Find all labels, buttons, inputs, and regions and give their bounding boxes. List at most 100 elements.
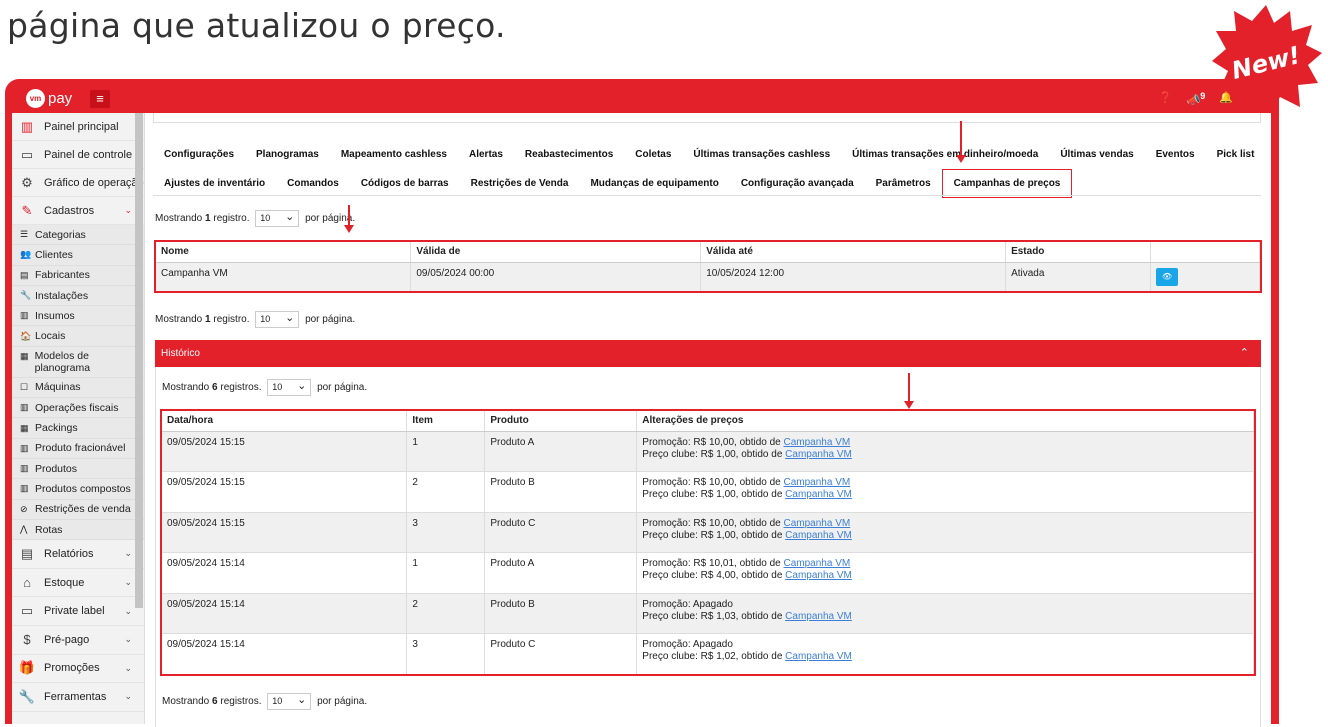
sidebar-item[interactable]: $ Pré-pago ⌄ <box>12 626 144 655</box>
sidebar-item[interactable]: 🔧 Ferramentas ⌄ <box>12 683 144 712</box>
subitem-icon: 🏠 <box>20 330 32 341</box>
subitem-label: Máquinas <box>35 381 81 394</box>
sidebar-subitem[interactable]: 🏠 Locais <box>12 326 144 347</box>
subitem-icon: ▤ <box>20 269 29 280</box>
sidebar-subitem[interactable]: ▦ Packings <box>12 418 144 439</box>
report-icon: ▤ <box>20 545 34 561</box>
tab[interactable]: Restrições de Venda <box>460 178 580 189</box>
chevron-down-icon: ⌄ <box>124 691 132 702</box>
page-size-select[interactable]: 10 <box>255 210 300 227</box>
menu-toggle-button[interactable]: ≡ <box>90 90 110 108</box>
chevron-down-icon: ⌄ <box>124 605 132 616</box>
app-logo[interactable]: vm pay <box>26 89 72 108</box>
subitem-icon: ▥ <box>20 483 29 494</box>
tab[interactable]: Parâmetros <box>865 178 942 189</box>
sidebar-subitem[interactable]: 👥 Clientes <box>12 245 144 266</box>
sidebar: ▥ Painel principal ▭ Painel de controle ⚙ G… <box>12 113 145 724</box>
chevron-down-icon: ⌄ <box>124 577 132 588</box>
tab[interactable]: Ajustes de inventário <box>153 178 276 189</box>
megaphone-icon[interactable]: 📣9 <box>1187 91 1206 107</box>
tab[interactable]: Configurações <box>153 149 245 160</box>
sidebar-scrollbar[interactable] <box>135 113 143 608</box>
page-size-select[interactable]: 10 <box>267 693 312 710</box>
sidebar-subitem[interactable]: ⊘ Restrições de venda <box>12 499 144 520</box>
sidebar-item[interactable]: ▤ Relatórios ⌄ <box>12 540 144 569</box>
history-panel-header[interactable]: Histórico ⌃ <box>155 340 1261 367</box>
subitem-icon: ☐ <box>20 381 29 392</box>
subitem-label: Modelos de planograma <box>34 349 91 374</box>
dollar-icon: $ <box>23 632 31 648</box>
subitem-label: Restrições de venda <box>35 503 131 516</box>
sidebar-item-painel-principal[interactable]: ▥ Painel principal <box>12 113 144 141</box>
sidebar-subitem[interactable]: ☐ Máquinas <box>12 377 144 399</box>
tab[interactable]: Coletas <box>624 149 682 160</box>
sidebar-subitem[interactable]: ▥ Produto fracionável <box>12 438 144 459</box>
subitem-icon: ▦ <box>20 422 29 433</box>
sidebar-subitem[interactable]: ▤ Fabricantes <box>12 265 144 286</box>
logo-text: pay <box>48 90 73 107</box>
sidebar-item-painel-controle[interactable]: ▭ Painel de controle <box>12 141 144 169</box>
tab[interactable]: Planogramas <box>245 149 330 160</box>
tab[interactable]: Últimas transações em dinheiro/moeda <box>841 149 1049 160</box>
monitor-icon: ▭ <box>20 146 34 162</box>
tab[interactable]: Mudanças de equipamento <box>579 178 729 189</box>
sidebar-item-cadastros[interactable]: ✎ Cadastros ⌄ <box>12 197 144 225</box>
chevron-down-icon: ⌄ <box>124 548 132 559</box>
subitem-label: Fabricantes <box>35 269 90 282</box>
tab[interactable]: Últimas vendas <box>1049 149 1144 160</box>
help-icon[interactable]: ❓ <box>1159 91 1173 107</box>
subitem-icon: ☰ <box>20 229 29 240</box>
subitem-label: Produtos compostos <box>35 482 131 495</box>
history-highlight <box>160 409 1256 676</box>
subitem-icon: 👥 <box>20 249 32 260</box>
sidebar-subitem[interactable]: ▥ Produtos <box>12 458 144 480</box>
tab[interactable]: Comandos <box>276 178 350 189</box>
page-size-select[interactable]: 10 <box>267 379 312 396</box>
chart-icon: ▥ <box>20 118 34 134</box>
sidebar-item[interactable]: 🎁 Promoções ⌄ <box>12 655 144 684</box>
wrench-icon: 🔧 <box>18 688 36 704</box>
subitem-label: Categorias <box>35 228 86 241</box>
edit-icon: ✎ <box>21 202 33 218</box>
tab[interactable]: Eventos <box>1145 149 1206 160</box>
notif-count: 9 <box>1200 91 1206 101</box>
sidebar-item-grafico[interactable]: ⚙ Gráfico de operação <box>12 169 144 197</box>
tab[interactable]: Pick list <box>1206 149 1266 160</box>
tab[interactable]: Últimas transações cashless <box>682 149 841 160</box>
campaigns-paging-bottom: Mostrando 1 registro. 10 por página. <box>155 311 355 328</box>
top-panel-edge <box>153 113 1261 123</box>
subitem-icon: 🔧 <box>20 290 32 301</box>
chevron-up-icon[interactable]: ⌃ <box>1240 346 1249 359</box>
history-paging-top: Mostrando 6 registros. 10 por página. <box>162 379 367 396</box>
bell-icon[interactable]: 🔔 <box>1219 91 1233 107</box>
sidebar-subitem[interactable]: 🔧 Instalações <box>12 285 144 307</box>
tab[interactable]: Configuração avançada <box>730 178 865 189</box>
logo-mark: vm <box>26 89 45 108</box>
tab[interactable]: Reabastecimentos <box>514 149 624 160</box>
sidebar-subitem[interactable]: ▥ Operações fiscais <box>12 398 144 419</box>
sidebar-item[interactable]: ⌂ Estoque ⌄ <box>12 569 144 598</box>
sidebar-subitem[interactable]: ▥ Produtos compostos <box>12 479 144 500</box>
home-icon: ⌂ <box>23 575 31 591</box>
sidebar-item[interactable]: ▭ Private label ⌄ <box>12 597 144 626</box>
sidebar-subitem[interactable]: ▥ Insumos <box>12 306 144 327</box>
subitem-label: Packings <box>35 422 78 435</box>
page-heading: página que atualizou o preço. <box>7 6 506 45</box>
tab[interactable]: Campanhas de preços <box>941 169 1073 198</box>
tab[interactable]: Mapeamento cashless <box>330 149 458 160</box>
tab[interactable]: Alertas <box>458 149 514 160</box>
subitem-label: Operações fiscais <box>35 401 119 414</box>
arrow-tab <box>956 121 966 163</box>
topbar-icons: ❓ 📣9 🔔 <box>1159 91 1233 107</box>
arrow-campaigns <box>344 205 354 233</box>
sidebar-subitem[interactable]: ⋀ Rotas <box>12 519 144 541</box>
sidebar-subitem[interactable]: ☰ Categorias <box>12 225 144 246</box>
subitem-icon: ▥ <box>20 442 29 453</box>
subitem-icon: ⋀ <box>20 524 28 534</box>
sidebar-subitem[interactable]: ▦ Modelos de planograma <box>12 346 144 378</box>
campaigns-highlight <box>154 240 1262 293</box>
tab[interactable]: Códigos de barras <box>350 178 460 189</box>
subitem-icon: ▦ <box>20 350 29 361</box>
chevron-down-icon: ⌄ <box>124 662 132 673</box>
page-size-select[interactable]: 10 <box>255 311 300 328</box>
